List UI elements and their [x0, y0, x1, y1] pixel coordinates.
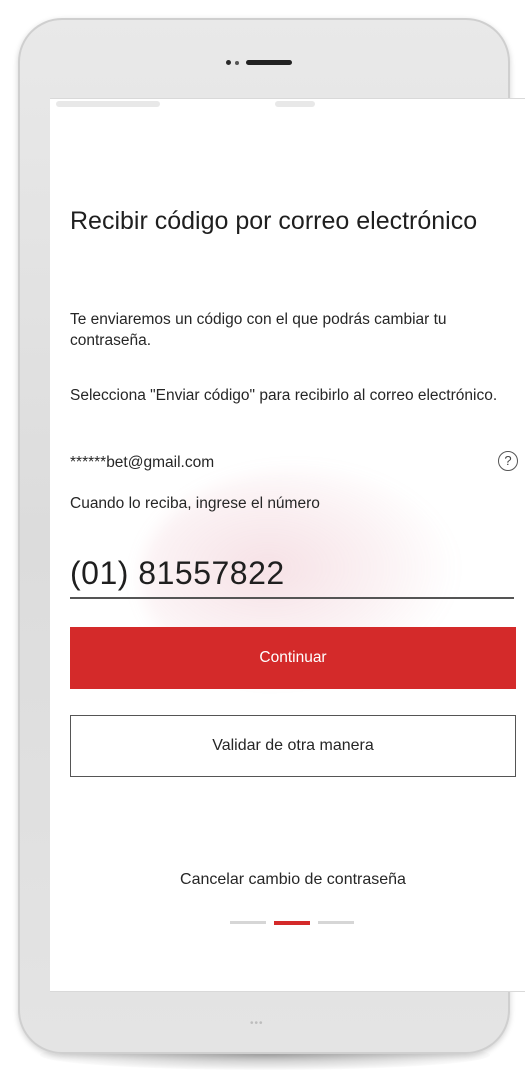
- step-indicator-dot-active: [274, 921, 310, 925]
- stage: Recibir código por correo electrónico Te…: [0, 0, 525, 1088]
- camera-icon: [226, 60, 231, 65]
- code-input[interactable]: (01) 81557822: [70, 551, 514, 599]
- code-input-value[interactable]: (01) 81557822: [70, 555, 285, 592]
- intro-text: Te enviaremos un código con el que podrá…: [70, 311, 447, 349]
- phone-top-bezel: [18, 18, 510, 96]
- status-bar-time: [275, 101, 315, 107]
- step-indicator-dot: [230, 921, 266, 924]
- status-bar: [50, 99, 525, 115]
- cancel-password-change-link[interactable]: Cancelar cambio de contraseña: [70, 871, 516, 889]
- sensor-icon: [235, 61, 239, 65]
- phone-bottom-bezel: •••: [18, 990, 510, 1050]
- validate-other-way-button[interactable]: Validar de otra manera: [70, 715, 516, 777]
- continue-button[interactable]: Continuar: [70, 627, 516, 689]
- status-bar-left: [56, 101, 160, 107]
- step-indicator: [230, 921, 356, 925]
- page-title: Recibir código por correo electrónico: [70, 207, 478, 235]
- home-indicator-icon: •••: [250, 1018, 264, 1029]
- speaker-grille: [246, 60, 292, 65]
- instruction-text: Selecciona "Enviar código" para recibirl…: [70, 387, 498, 404]
- masked-email: ******bet@gmail.com: [70, 454, 215, 471]
- email-row: ******bet@gmail.com ?: [70, 451, 520, 477]
- app-screen: Recibir código por correo electrónico Te…: [50, 98, 525, 992]
- code-instruction-text: Cuando lo reciba, ingrese el número: [70, 495, 320, 512]
- question-circle-icon[interactable]: ?: [498, 451, 518, 471]
- phone-frame: Recibir código por correo electrónico Te…: [18, 18, 525, 1054]
- step-indicator-dot: [318, 921, 354, 924]
